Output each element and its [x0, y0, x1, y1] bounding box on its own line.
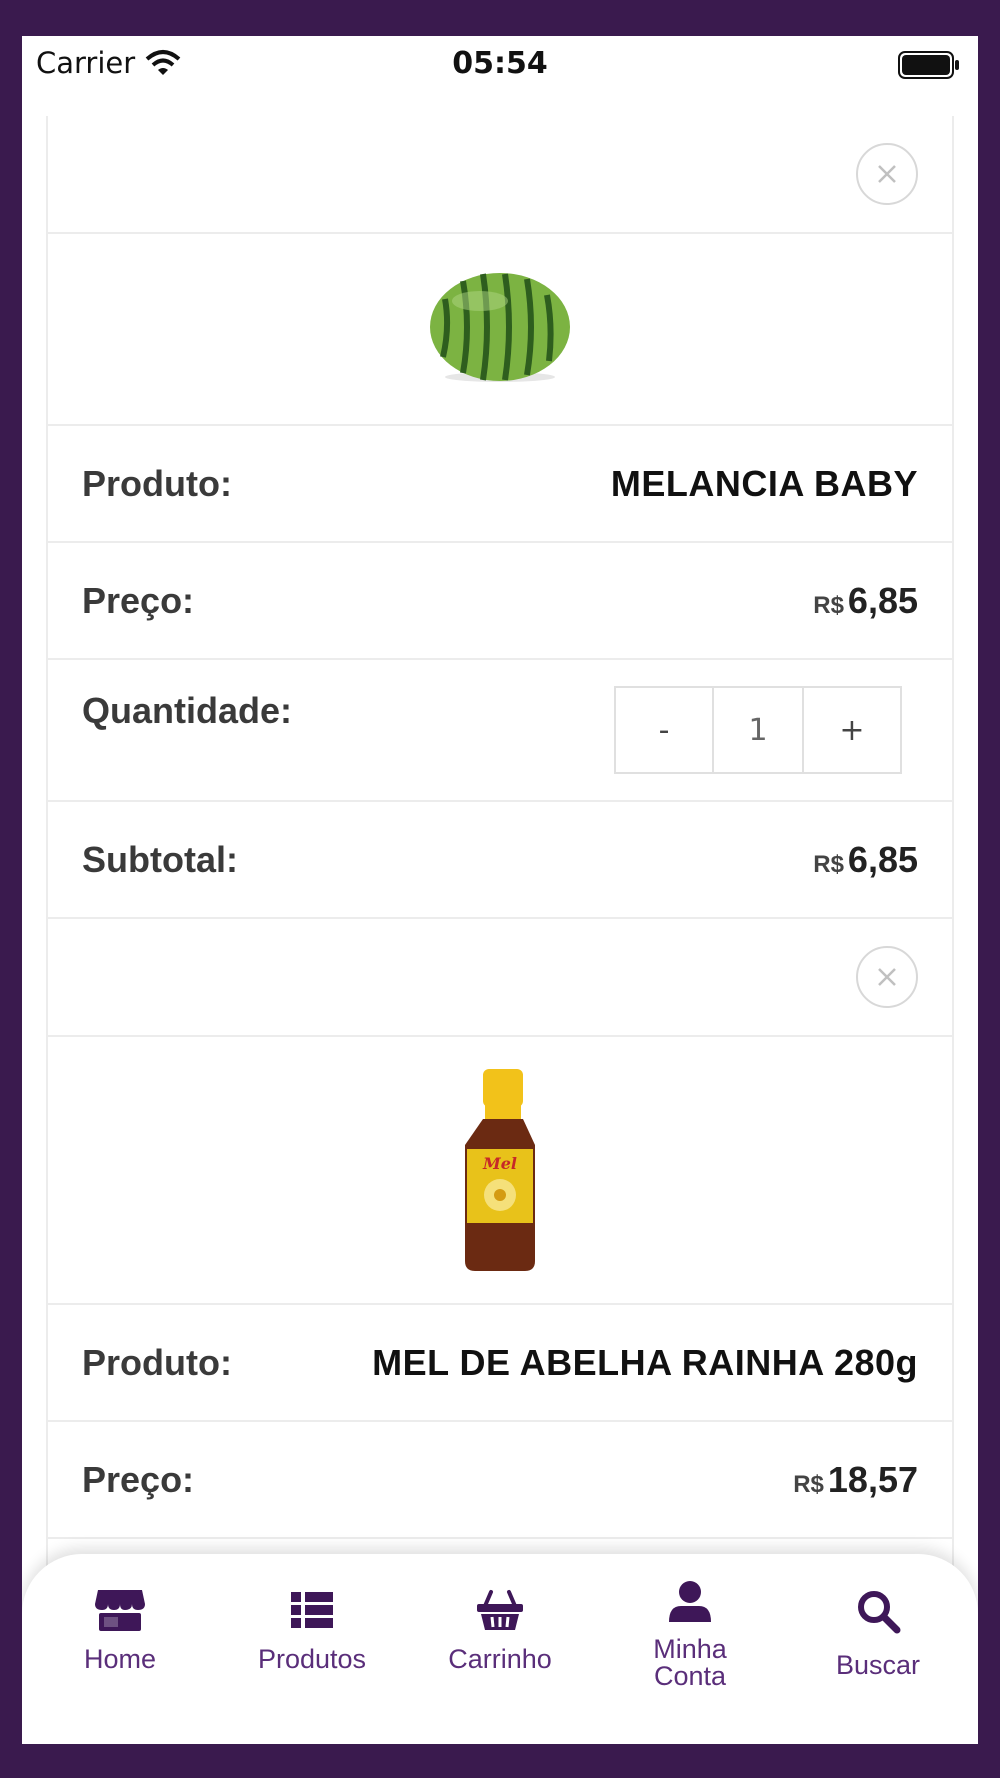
list-icon — [291, 1592, 333, 1628]
tab-label: Produtos — [257, 1644, 367, 1674]
price-value: R$ 18,57 — [793, 1459, 918, 1501]
product-name: MELANCIA BABY — [610, 462, 918, 504]
currency-symbol: R$ — [813, 850, 844, 878]
increment-button[interactable]: + — [804, 688, 900, 772]
tab-label: Home — [83, 1644, 157, 1674]
quantity-row: Quantidade: - 1 + — [46, 658, 954, 802]
remove-item-button[interactable] — [856, 946, 918, 1008]
tab-carrinho[interactable]: Carrinho — [410, 1588, 590, 1673]
subtotal-label: Subtotal: — [82, 838, 238, 880]
subtotal-amount: 6,85 — [847, 838, 918, 880]
product-image-row — [46, 232, 954, 426]
status-time: 05:54 — [452, 46, 548, 81]
tab-produtos[interactable]: Produtos — [222, 1588, 402, 1673]
quantity-label: Quantidade: — [82, 690, 293, 731]
tab-home[interactable]: Home — [30, 1588, 210, 1673]
quantity-stepper[interactable]: - 1 + — [614, 686, 902, 774]
subtotal-row: Subtotal: R$ 6,85 — [46, 800, 954, 919]
tab-label: Carrinho — [448, 1644, 552, 1674]
price-label: Preço: — [82, 1458, 195, 1500]
price-amount: 18,57 — [827, 1458, 918, 1500]
price-label: Preço: — [82, 579, 195, 621]
cart-list[interactable]: Produto: MELANCIA BABY Preço: R$ 6,85 Qua… — [46, 116, 954, 1596]
bottle-label-text: Mel — [482, 1154, 517, 1173]
search-icon — [858, 1591, 901, 1634]
basket-icon — [477, 1590, 523, 1630]
price-row: Preço: R$ 18,57 — [46, 1420, 954, 1539]
tab-minha-conta[interactable]: Minha Conta — [600, 1580, 780, 1690]
decrement-button[interactable]: - — [616, 688, 712, 772]
tab-bar: Home Produtos Carrinho Minha Conta Busca… — [22, 1554, 978, 1744]
remove-item-button[interactable] — [856, 143, 918, 205]
currency-symbol: R$ — [813, 591, 844, 619]
product-name: MEL DE ABELHA RAINHA 280g — [372, 1341, 918, 1383]
subtotal-value: R$ 6,85 — [813, 839, 918, 881]
close-icon — [878, 968, 896, 986]
cart-item-header — [46, 116, 954, 234]
status-bar: Carrier 05:54 — [22, 36, 978, 96]
tab-buscar[interactable]: Buscar — [788, 1588, 968, 1679]
price-value: R$ 6,85 — [813, 580, 918, 622]
battery-icon — [898, 51, 959, 79]
price-row: Preço: R$ 6,85 — [46, 541, 954, 660]
user-icon — [669, 1581, 711, 1622]
product-name-row: Produto: MELANCIA BABY — [46, 424, 954, 543]
close-icon — [878, 165, 896, 183]
product-image-row: Mel — [46, 1035, 954, 1305]
product-label: Produto: — [82, 1341, 232, 1383]
watermelon-image[interactable] — [425, 269, 575, 389]
quantity-input[interactable]: 1 — [712, 688, 804, 772]
store-icon — [95, 1590, 145, 1631]
product-label: Produto: — [82, 462, 232, 504]
cart-item-header — [46, 917, 954, 1037]
product-name-row: Produto: MEL DE ABELHA RAINHA 280g — [46, 1303, 954, 1422]
tab-label: Minha Conta — [653, 1634, 727, 1691]
currency-symbol: R$ — [793, 1470, 824, 1498]
honey-bottle-image[interactable]: Mel — [455, 1065, 545, 1275]
phone-screen: Carrier 05:54 Produto: MELANCIA BABY Pre… — [22, 36, 978, 1744]
tab-label: Buscar — [835, 1650, 921, 1680]
price-amount: 6,85 — [847, 579, 918, 621]
